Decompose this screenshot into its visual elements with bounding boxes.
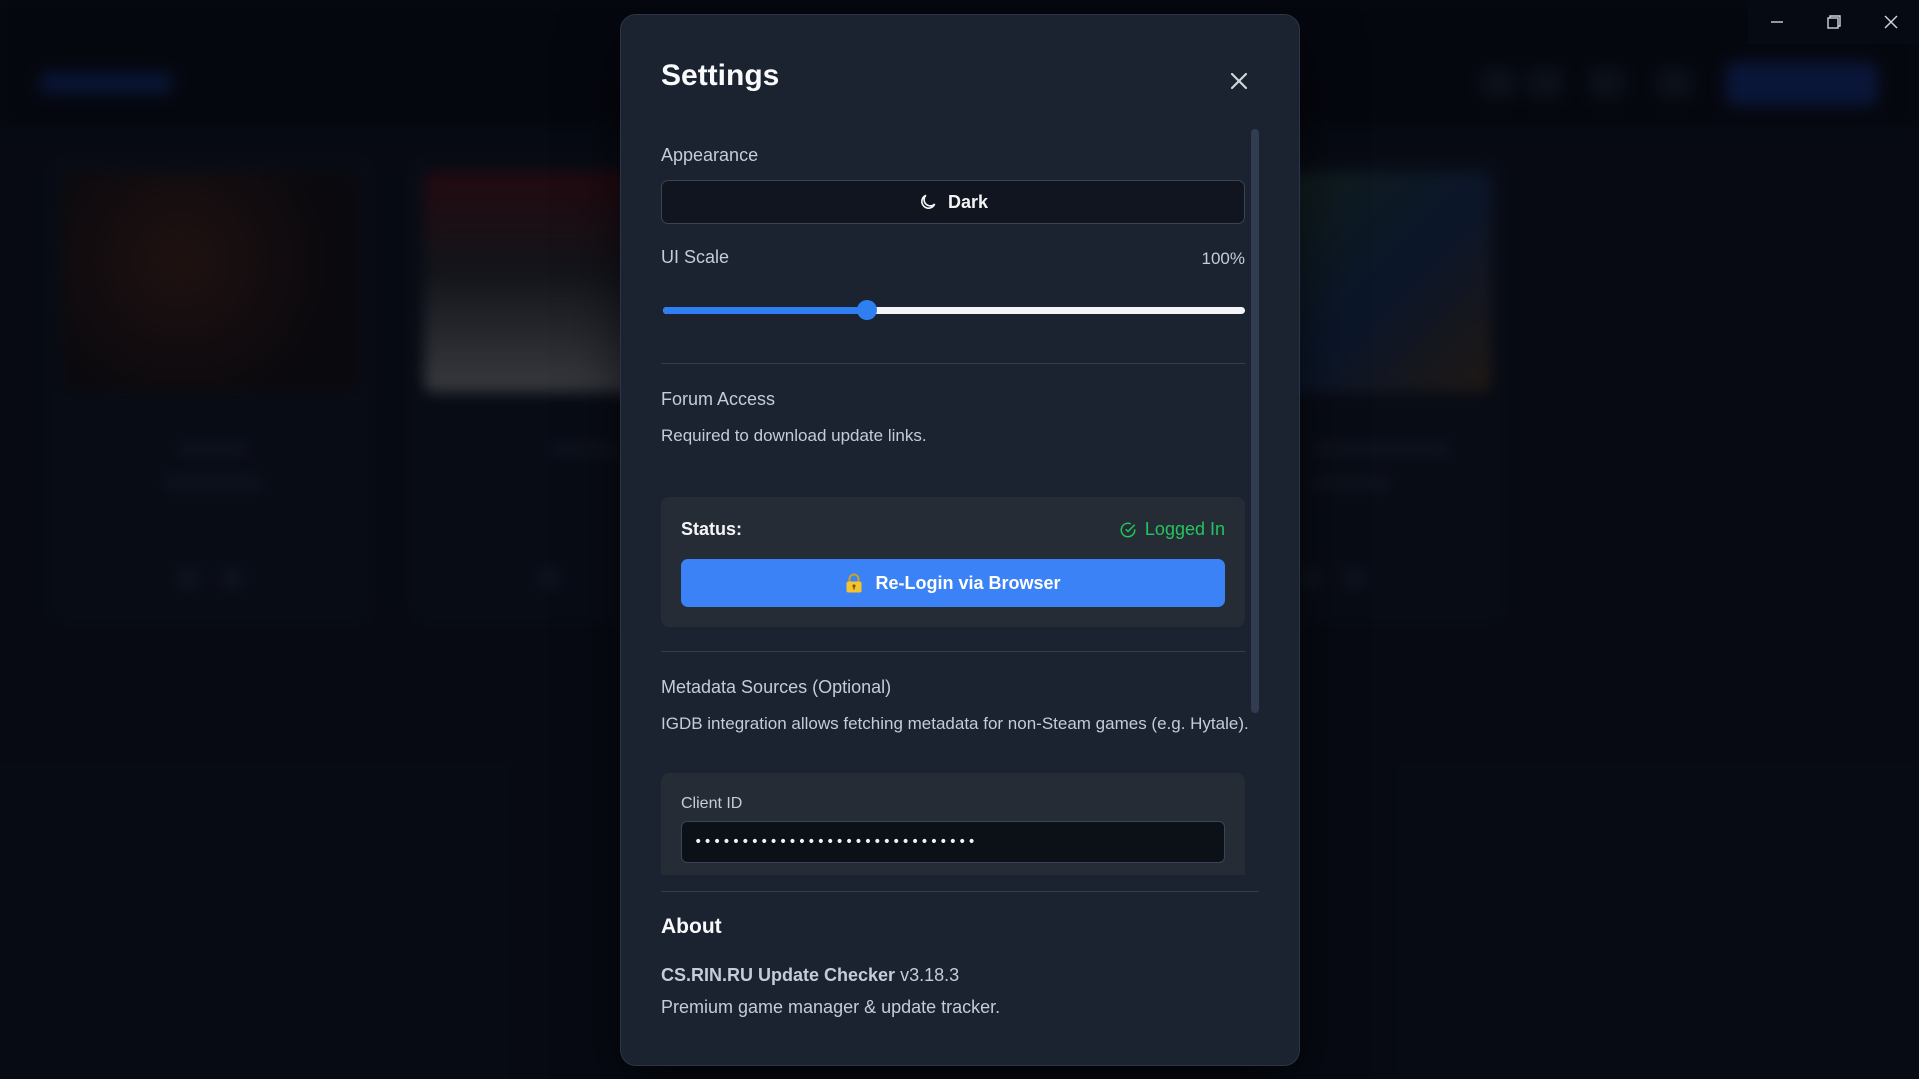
ui-scale-value: 100% xyxy=(1201,249,1245,268)
forum-access-heading: Forum Access xyxy=(661,389,776,409)
igdb-credentials-panel: Client ID xyxy=(661,773,1245,875)
section-divider xyxy=(661,651,1245,652)
close-icon xyxy=(1884,15,1897,29)
restore-button[interactable] xyxy=(1805,0,1862,44)
status-value: Logged In xyxy=(1144,519,1225,539)
about-tagline: Premium game manager & update tracker. xyxy=(661,997,1001,1017)
appearance-label: Appearance xyxy=(661,145,759,165)
theme-toggle-button[interactable]: Dark xyxy=(661,180,1245,224)
about-divider xyxy=(661,891,1259,892)
restore-icon xyxy=(1826,15,1841,29)
forum-access-description: Required to download update links. xyxy=(661,426,927,445)
modal-close-button[interactable] xyxy=(1221,63,1257,99)
about-app-name: CS.RIN.RU Update Checker xyxy=(661,965,896,985)
about-version: v3.18.3 xyxy=(900,965,960,985)
status-badge: Logged In xyxy=(1119,519,1225,540)
metadata-description: IGDB integration allows fetching metadat… xyxy=(661,714,1249,733)
settings-scroll-area[interactable]: Appearance Dark UI Scale 100% Forum Acce… xyxy=(621,127,1299,875)
about-app-line: CS.RIN.RU Update Checker v3.18.3 xyxy=(661,965,959,986)
login-status-panel: Status: Logged In Re-Login via Browser xyxy=(661,497,1245,627)
ui-scale-label: UI Scale xyxy=(661,247,730,267)
client-id-input[interactable] xyxy=(681,821,1225,863)
modal-title: Settings xyxy=(661,59,780,92)
minimize-icon xyxy=(1770,21,1783,23)
window-close-button[interactable] xyxy=(1862,0,1919,44)
settings-modal: Settings Appearance Dark UI Scale 100% F… xyxy=(620,14,1300,1066)
moon-icon xyxy=(921,194,936,209)
close-icon xyxy=(1230,72,1248,90)
lock-icon xyxy=(846,573,862,593)
slider-fill xyxy=(663,307,867,314)
window-controls xyxy=(1748,0,1919,44)
relogin-button-label: Re-Login via Browser xyxy=(875,572,1061,593)
settings-scrollbar[interactable] xyxy=(1251,129,1259,713)
check-circle-icon xyxy=(1120,522,1136,537)
status-label: Status: xyxy=(681,519,743,539)
about-heading: About xyxy=(661,915,722,938)
metadata-heading: Metadata Sources (Optional) xyxy=(661,677,892,697)
minimize-button[interactable] xyxy=(1748,0,1805,44)
ui-scale-slider[interactable] xyxy=(663,300,1245,320)
client-id-label: Client ID xyxy=(681,795,743,812)
slider-thumb[interactable] xyxy=(856,300,877,320)
theme-button-label: Dark xyxy=(947,191,989,212)
section-divider xyxy=(661,363,1245,364)
relogin-browser-button[interactable]: Re-Login via Browser xyxy=(681,559,1225,607)
